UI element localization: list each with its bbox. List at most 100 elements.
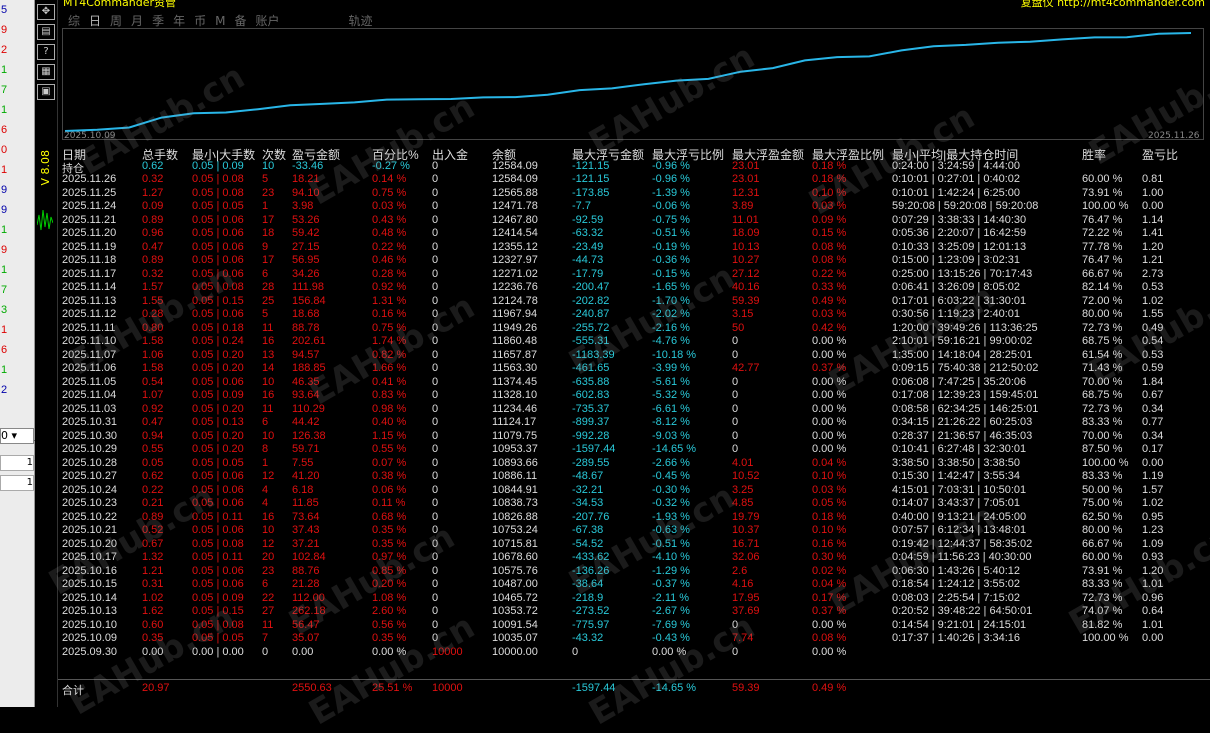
table-cell: 1.74 % [372, 335, 407, 347]
table-row[interactable]: 2025.09.30 0.00 0.00 | 0.00 0 0.00 0.00 % 1000… [62, 646, 1210, 660]
table-cell: 0.00 % [812, 429, 847, 442]
table-cell: 11563.30 [492, 362, 538, 374]
table-row[interactable]: 2025.10.29 0.55 0.05 | 0.20 8 59.71 0.55 % 0 10… [62, 443, 1210, 457]
table-row[interactable]: 2025.10.17 1.32 0.05 | 0.11 20 102.84 0.97 % 0… [62, 551, 1210, 565]
tab-周[interactable]: 周 [110, 12, 122, 29]
table-row[interactable]: 2025.11.20 0.96 0.05 | 0.06 18 59.42 0.48 % 0 1… [62, 227, 1210, 241]
table-cell: 0.54 [142, 375, 164, 388]
table-row[interactable]: 2025.11.11 0.80 0.05 | 0.18 11 88.78 0.75 % 0 1… [62, 322, 1210, 336]
table-row[interactable]: 2025.11.24 0.09 0.05 | 0.05 1 3.98 0.03 % 0 124… [62, 200, 1210, 214]
table-row[interactable]: 2025.10.15 0.31 0.05 | 0.06 6 21.28 0.20 % 0 10… [62, 578, 1210, 592]
table-row[interactable]: 2025.10.10 0.60 0.05 | 0.08 11 56.47 0.56 % 0 1… [62, 619, 1210, 633]
table-cell: 0 [432, 240, 439, 253]
left-box-1[interactable]: 1 [0, 455, 34, 471]
move-icon[interactable]: ✥ [37, 4, 55, 20]
tab-备[interactable]: 备 [234, 12, 246, 29]
table-cell: 7.74 [732, 632, 754, 644]
table-row[interactable]: 2025.11.19 0.47 0.05 | 0.06 9 27.15 0.22 % 0 12… [62, 241, 1210, 255]
table-cell: -136.26 [572, 564, 610, 577]
table-row[interactable]: 2025.11.26 0.32 0.05 | 0.08 5 18.21 0.14 % 0 12… [62, 173, 1210, 187]
table-cell: 0 [432, 186, 439, 199]
table-cell: 11 [262, 618, 274, 631]
restore-icon[interactable]: ▣ [37, 84, 55, 100]
calendar-icon[interactable]: ▤ [37, 24, 55, 40]
table-row[interactable]: 2025.11.18 0.89 0.05 | 0.06 17 56.95 0.46 % 0 1… [62, 254, 1210, 268]
table-cell: 0.05 | 0.20 [192, 362, 244, 374]
table-row[interactable]: 2025.10.16 1.21 0.05 | 0.06 23 88.76 0.85 % 0 1… [62, 565, 1210, 579]
table-cell: 0:10:33 | 3:25:09 | 12:01:13 [892, 240, 1027, 253]
table-cell: 0.05 | 0.18 [192, 321, 244, 334]
table-cell: 80.00 % [1082, 308, 1123, 320]
table-row[interactable]: 2025.10.14 1.02 0.05 | 0.09 22 112.00 1.08 % 0… [62, 592, 1210, 606]
table-cell: 4 [262, 483, 269, 496]
tab-综[interactable]: 综 [68, 12, 80, 29]
table-row[interactable]: 2025.11.03 0.92 0.05 | 0.20 11 110.29 0.98 % 0… [62, 403, 1210, 417]
tab-季[interactable]: 季 [152, 12, 164, 29]
table-row[interactable]: 2025.10.23 0.21 0.05 | 0.06 4 11.85 0.11 % 0 10… [62, 497, 1210, 511]
table-row[interactable]: 持仓 0.62 0.05 | 0.09 10 -33.46 -0.27 % 0 12584.0… [62, 160, 1210, 175]
table-cell: 0:07:57 | 6:12:34 | 13:48:01 [892, 524, 1027, 536]
table-row[interactable]: 2025.10.20 0.67 0.05 | 0.08 12 37.21 0.35 % 0 1… [62, 538, 1210, 552]
table-cell: 2025.09.30 [62, 645, 118, 658]
table-cell: 0.08 % [812, 240, 847, 253]
table-row[interactable]: 2025.10.31 0.47 0.05 | 0.13 6 44.42 0.40 % 0 11… [62, 416, 1210, 430]
tab-track[interactable]: 轨迹 [349, 12, 373, 29]
table-cell: 0.75 % [372, 321, 407, 334]
table-row[interactable]: 2025.10.22 0.89 0.05 | 0.11 16 73.64 0.68 % 0 1… [62, 511, 1210, 525]
table-cell: 1.23 [1142, 524, 1164, 536]
table-cell: 2.60 % [372, 605, 407, 617]
table-row[interactable]: 2025.10.21 0.52 0.05 | 0.06 10 37.43 0.35 % 0 1… [62, 524, 1210, 538]
table-cell: 10000.00 [492, 645, 538, 658]
table-cell: 0 [432, 564, 439, 577]
table-cell: -0.51 % [652, 227, 690, 239]
table-cell: -1597.44 [572, 443, 616, 455]
table-cell: 0.94 [142, 429, 164, 442]
table-cell: 10753.24 [492, 524, 538, 536]
tab-账户[interactable]: 账户 [255, 12, 279, 29]
left-select[interactable]: 0 ▾ [0, 428, 34, 444]
tab-日[interactable]: 日 [89, 12, 101, 29]
tab-币[interactable]: 币 [194, 12, 206, 29]
daily-stats-table: 日期 总手数 最小|大手数 次数 盈亏金额 百分比% 出入金 余额 最大浮亏金额 最大浮亏比例 最大… [62, 146, 1210, 659]
table-cell: 83.33 % [1082, 470, 1123, 482]
table-row[interactable]: 2025.10.27 0.62 0.05 | 0.06 12 41.20 0.38 % 0 1… [62, 470, 1210, 484]
table-cell: 0 [732, 375, 739, 388]
table-cell: 50 [732, 321, 745, 334]
table-cell: 8 [262, 443, 269, 455]
table-row[interactable]: 2025.11.10 1.58 0.05 | 0.24 16 202.61 1.74 % 0… [62, 335, 1210, 349]
table-row[interactable]: 2025.11.04 1.07 0.05 | 0.09 16 93.64 0.83 % 0 1… [62, 389, 1210, 403]
table-cell: -0.32 % [652, 497, 690, 509]
table-row[interactable]: 2025.10.09 0.35 0.05 | 0.05 7 35.07 0.35 % 0 10… [62, 632, 1210, 646]
table-cell: 4:15:01 | 7:03:31 | 10:50:01 [892, 483, 1027, 496]
table-cell: 1.02 [142, 591, 164, 604]
grid-icon[interactable]: ▦ [37, 64, 55, 80]
table-row[interactable]: 2025.10.30 0.94 0.05 | 0.20 10 126.38 1.15 % 0… [62, 430, 1210, 444]
table-row[interactable]: 2025.11.21 0.89 0.05 | 0.06 17 53.26 0.43 % 0 1… [62, 214, 1210, 228]
table-row[interactable]: 2025.10.13 1.62 0.05 | 0.15 27 262.18 2.60 % 0… [62, 605, 1210, 619]
table-row[interactable]: 2025.11.05 0.54 0.05 | 0.06 10 46.35 0.41 % 0 1… [62, 376, 1210, 390]
table-row[interactable]: 2025.11.12 0.28 0.05 | 0.06 5 18.68 0.16 % 0 11… [62, 308, 1210, 322]
table-row[interactable]: 2025.11.06 1.58 0.05 | 0.20 14 188.85 1.66 % 0… [62, 362, 1210, 376]
table-cell: 0.89 [142, 213, 164, 226]
table-row[interactable]: 2025.11.17 0.32 0.05 | 0.06 6 34.26 0.28 % 0 12… [62, 268, 1210, 282]
left-box-2[interactable]: 1 [0, 475, 34, 491]
table-row[interactable]: 2025.10.28 0.05 0.05 | 0.05 1 7.55 0.07 % 0 108… [62, 457, 1210, 471]
table-cell: 0.35 % [372, 524, 407, 536]
tab-年[interactable]: 年 [173, 12, 185, 29]
table-cell: 2025.10.10 [62, 618, 118, 631]
table-cell: 11949.26 [492, 321, 538, 334]
table-cell: -289.55 [572, 456, 610, 469]
tab-月[interactable]: 月 [131, 12, 143, 29]
table-row[interactable]: 2025.11.25 1.27 0.05 | 0.08 23 94.10 0.75 % 0 1… [62, 187, 1210, 201]
tab-M[interactable]: M [215, 14, 225, 28]
table-cell: 0 [432, 537, 439, 550]
help-icon[interactable]: ? [37, 44, 55, 60]
table-row[interactable]: 2025.11.13 1.55 0.05 | 0.15 25 156.84 1.31 % 0… [62, 295, 1210, 309]
table-cell: 0 [432, 632, 439, 644]
table-cell: 50.00 % [1082, 483, 1123, 496]
table-row[interactable]: 2025.10.24 0.22 0.05 | 0.06 4 6.18 0.06 % 0 108… [62, 484, 1210, 498]
table-cell: 17 [262, 213, 275, 226]
table-row[interactable]: 2025.11.14 1.57 0.05 | 0.08 28 111.98 0.92 % 0… [62, 281, 1210, 295]
summary-cell: 25.51 % [372, 682, 413, 694]
table-row[interactable]: 2025.11.07 1.06 0.05 | 0.20 13 94.57 0.82 % 0 1… [62, 349, 1210, 363]
